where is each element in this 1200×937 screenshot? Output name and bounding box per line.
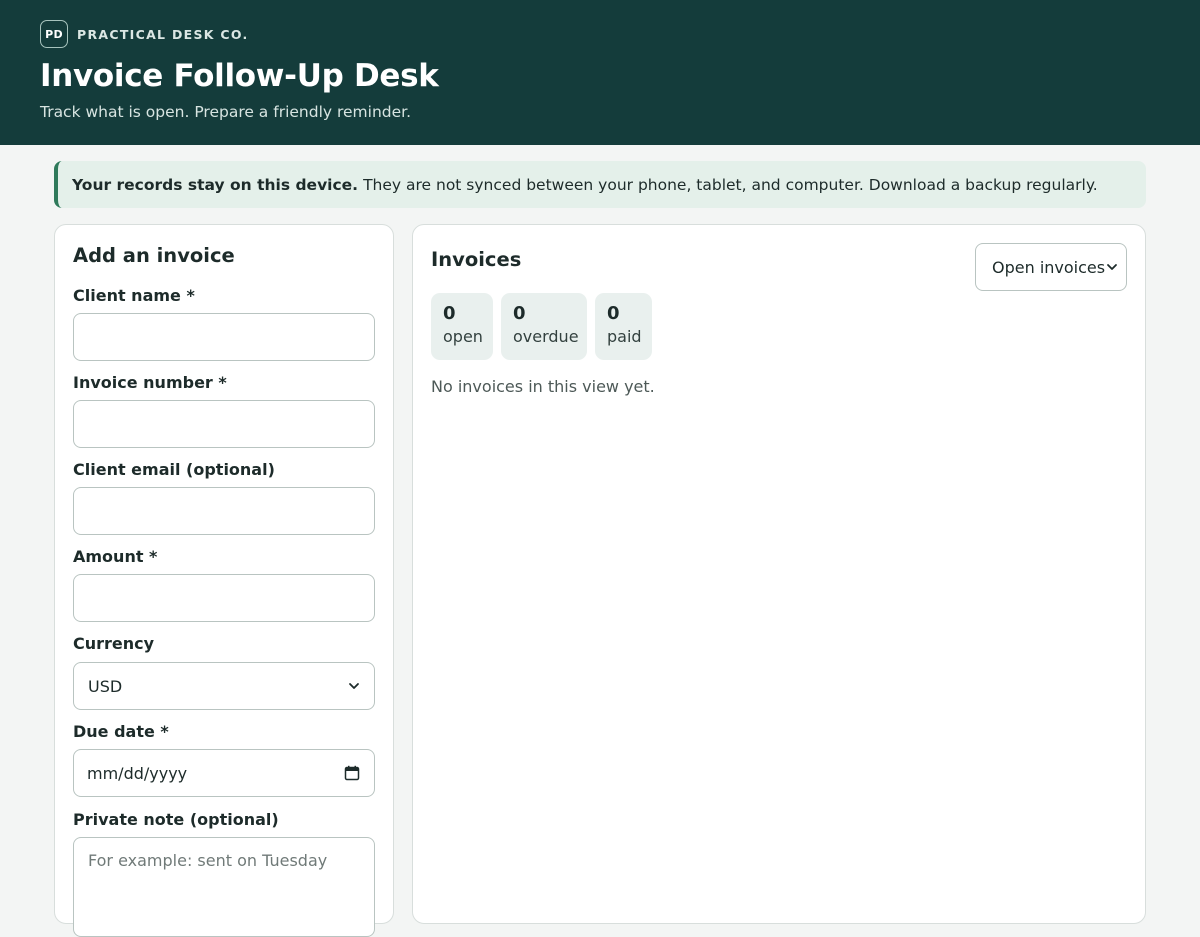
stat-overdue: 0 overdue: [501, 293, 587, 360]
invoice-filter-select[interactable]: Open invoices: [975, 243, 1127, 291]
brand: PD PRACTICAL DESK CO.: [40, 20, 249, 48]
due-date-label: Due date *: [73, 722, 169, 741]
stat-overdue-value: 0: [513, 303, 526, 324]
stat-open: 0 open: [431, 293, 493, 360]
amount-label: Amount *: [73, 547, 158, 566]
stat-overdue-label: overdue: [513, 327, 579, 346]
currency-label: Currency: [73, 634, 155, 653]
filter-selected-value: Open invoices: [992, 257, 1106, 277]
client-email-label: Client email (optional): [73, 460, 275, 479]
private-note-label: Private note (optional): [73, 810, 279, 829]
brand-logo: PD: [40, 20, 68, 48]
stat-paid-label: paid: [607, 327, 642, 346]
due-date-input[interactable]: mm/dd/yyyy: [73, 749, 375, 797]
chevron-down-icon: [1106, 261, 1118, 273]
invoices-card: Invoices Open invoices 0 open 0 overdue …: [412, 224, 1146, 924]
page-title: Invoice Follow-Up Desk: [40, 58, 439, 94]
add-invoice-title: Add an invoice: [73, 244, 235, 267]
device-storage-notice: Your records stay on this device. They a…: [54, 161, 1146, 208]
notice-text: They are not synced between your phone, …: [363, 175, 1098, 194]
due-date-placeholder: mm/dd/yyyy: [87, 763, 188, 783]
client-email-input[interactable]: [73, 487, 375, 535]
notice-bold-text: Your records stay on this device.: [72, 175, 359, 194]
chevron-down-icon: [348, 680, 360, 692]
empty-state-message: No invoices in this view yet.: [431, 377, 655, 396]
amount-input[interactable]: [73, 574, 375, 622]
brand-name: PRACTICAL DESK CO.: [77, 26, 249, 42]
currency-select[interactable]: USD: [73, 662, 375, 710]
stat-open-label: open: [443, 327, 483, 346]
calendar-icon[interactable]: [344, 765, 360, 781]
private-note-textarea[interactable]: For example: sent on Tuesday: [73, 837, 375, 937]
client-name-input[interactable]: [73, 313, 375, 361]
stat-paid-value: 0: [607, 303, 620, 324]
stat-open-value: 0: [443, 303, 456, 324]
stat-paid: 0 paid: [595, 293, 652, 360]
app-header: PD PRACTICAL DESK CO. Invoice Follow-Up …: [0, 0, 1200, 145]
invoice-number-input[interactable]: [73, 400, 375, 448]
page-subtitle: Track what is open. Prepare a friendly r…: [40, 103, 412, 121]
invoices-title: Invoices: [431, 248, 522, 271]
currency-selected-value: USD: [88, 676, 123, 696]
invoice-number-label: Invoice number *: [73, 373, 227, 392]
client-name-label: Client name *: [73, 286, 195, 305]
add-invoice-card: Add an invoice Client name * Invoice num…: [54, 224, 394, 937]
